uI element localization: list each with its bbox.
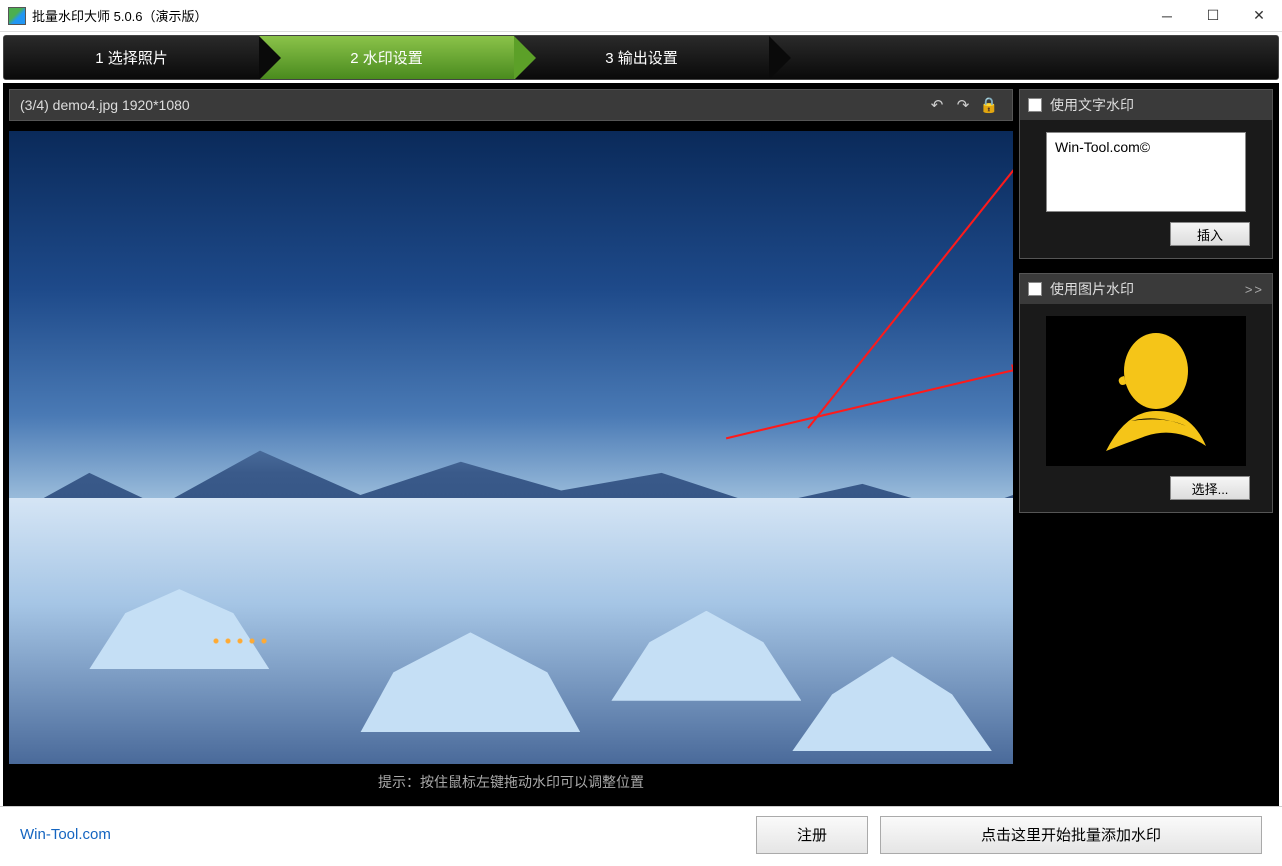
lock-icon[interactable]: 🔒 <box>976 96 1002 114</box>
step-2-label: 2 水印设置 <box>350 47 423 68</box>
text-watermark-checkbox[interactable] <box>1028 98 1042 112</box>
step-2-watermark-settings[interactable]: 2 水印设置 <box>259 36 514 79</box>
text-watermark-input[interactable]: Win-Tool.com© <box>1046 132 1246 212</box>
redo-icon[interactable]: ↷ <box>950 96 976 114</box>
steps-filler <box>769 36 1278 79</box>
select-image-button[interactable]: 选择... <box>1170 476 1250 500</box>
step-3-label: 3 输出设置 <box>605 47 678 68</box>
register-button[interactable]: 注册 <box>756 816 868 854</box>
preview-area: (3/4) demo4.jpg 1920*1080 ↶ ↷ 🔒 提示：按住鼠标左… <box>3 83 1019 806</box>
text-watermark-label: 使用文字水印 <box>1050 95 1134 115</box>
website-link[interactable]: Win-Tool.com <box>20 826 111 843</box>
step-1-label: 1 选择照片 <box>95 47 168 68</box>
side-panels: 使用文字水印 Win-Tool.com© 插入 使用图片水印 >> <box>1019 83 1279 806</box>
drag-hint-label: 提示：按住鼠标左键拖动水印可以调整位置 <box>9 764 1013 800</box>
maximize-button[interactable]: ☐ <box>1190 0 1236 31</box>
minimize-button[interactable]: ─ <box>1144 0 1190 31</box>
bottom-bar: Win-Tool.com 注册 点击这里开始批量添加水印 <box>0 806 1282 862</box>
window-title: 批量水印大师 5.0.6（演示版） <box>32 6 1144 25</box>
text-watermark-panel: 使用文字水印 Win-Tool.com© 插入 <box>1019 89 1273 259</box>
image-watermark-header: 使用图片水印 >> <box>1020 274 1272 304</box>
image-watermark-panel: 使用图片水印 >> 选择... <box>1019 273 1273 513</box>
close-button[interactable]: ✕ <box>1236 0 1282 31</box>
start-batch-button[interactable]: 点击这里开始批量添加水印 <box>880 816 1262 854</box>
preview-image <box>9 131 1013 764</box>
step-1-select-photos[interactable]: 1 选择照片 <box>4 36 259 79</box>
text-watermark-header: 使用文字水印 <box>1020 90 1272 120</box>
image-watermark-preview <box>1046 316 1246 466</box>
preview-canvas[interactable] <box>9 131 1013 764</box>
image-watermark-label: 使用图片水印 <box>1050 279 1134 299</box>
app-icon <box>8 7 26 25</box>
title-bar: 批量水印大师 5.0.6（演示版） ─ ☐ ✕ <box>0 0 1282 32</box>
expand-icon[interactable]: >> <box>1245 282 1264 297</box>
step-navigation: 1 选择照片 2 水印设置 3 输出设置 <box>3 35 1279 80</box>
insert-button[interactable]: 插入 <box>1170 222 1250 246</box>
main-content: (3/4) demo4.jpg 1920*1080 ↶ ↷ 🔒 提示：按住鼠标左… <box>3 83 1279 806</box>
image-counter-label: (3/4) demo4.jpg 1920*1080 <box>20 97 190 113</box>
preview-header: (3/4) demo4.jpg 1920*1080 ↶ ↷ 🔒 <box>9 89 1013 121</box>
watermark-silhouette-icon <box>1076 326 1216 456</box>
step-3-output-settings[interactable]: 3 输出设置 <box>514 36 769 79</box>
undo-icon[interactable]: ↶ <box>924 96 950 114</box>
image-watermark-checkbox[interactable] <box>1028 282 1042 296</box>
